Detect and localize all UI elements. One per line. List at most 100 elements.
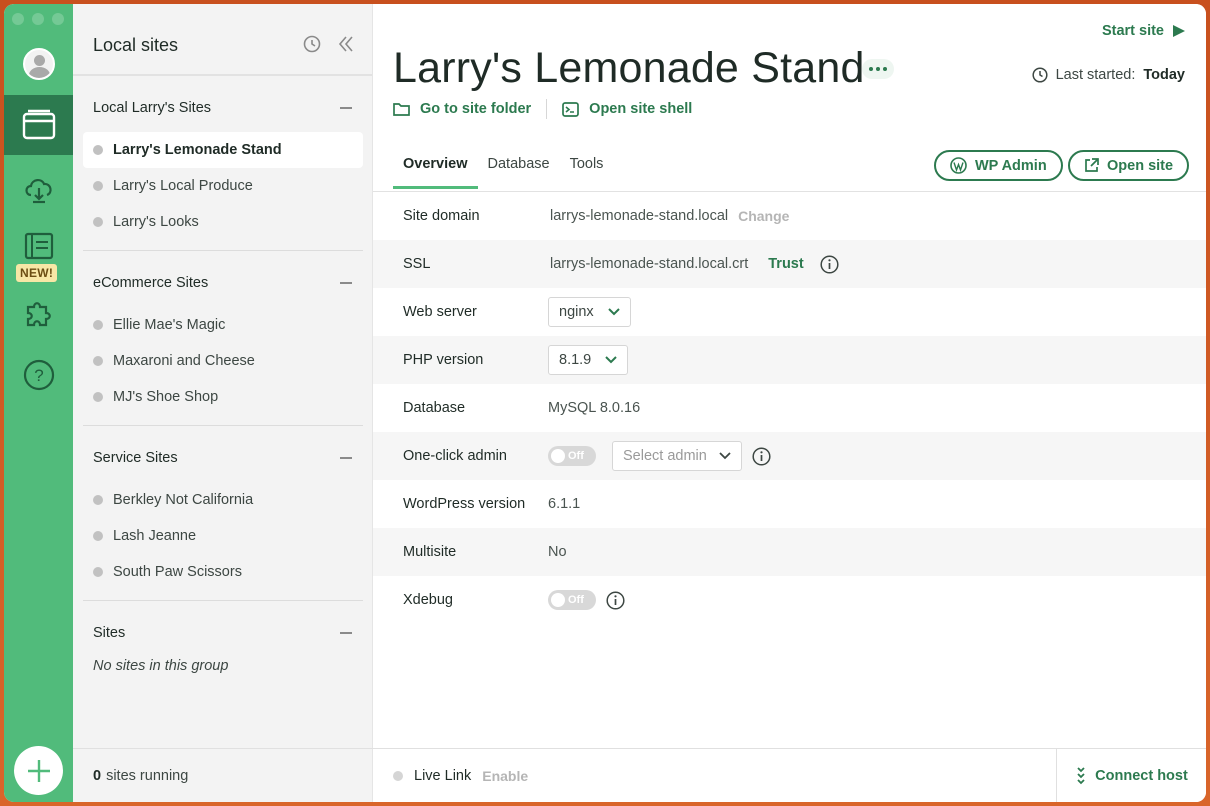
group-title[interactable]: Sites [93,625,125,641]
open-site-label: Open site [1107,157,1174,174]
site-item[interactable]: Larry's Looks [83,204,363,240]
connect-host-label: Connect host [1095,767,1188,784]
more-options-button[interactable] [862,59,894,79]
one-click-admin-toggle[interactable]: Off [548,446,596,466]
site-status-dot [93,145,103,155]
sidebar-header: Local sites [73,4,372,76]
admin-select[interactable]: Select admin [612,441,742,471]
group-title[interactable]: Local Larry's Sites [93,100,211,116]
site-name: Berkley Not California [113,492,254,508]
info-icon[interactable] [820,254,839,274]
zoom-window-button[interactable] [52,13,64,25]
play-icon [1173,25,1185,37]
ssl-cert-value: larrys-lemonade-stand.local.crt [550,256,749,272]
live-link: Live Link Enable [393,768,528,784]
row-label: WordPress version [403,496,526,512]
blueprint-icon[interactable] [4,222,73,268]
new-badge: NEW! [16,264,58,282]
sites-sidebar: Local sites Local Larry's Sites Larry's … [73,4,373,802]
group-title[interactable]: Service Sites [93,450,178,466]
open-site-shell-link[interactable]: Open site shell [562,101,692,117]
admin-select-placeholder: Select admin [623,448,707,464]
connect-host-button[interactable]: Connect host [1056,749,1206,802]
clock-icon [1032,67,1048,83]
main-footer: Live Link Enable Connect host [373,748,1206,802]
tab-database[interactable]: Database [478,154,560,189]
row-web-server: Web server nginx [373,288,1206,336]
collapse-group-icon[interactable] [340,457,352,459]
group-divider [83,600,363,601]
site-name: MJ's Shoe Shop [113,389,219,405]
sidebar-title: Local sites [93,35,179,55]
sites-icon[interactable] [4,95,73,155]
collapse-group-icon[interactable] [340,632,352,634]
tab-tools[interactable]: Tools [560,154,614,189]
history-icon[interactable] [303,35,321,58]
info-icon[interactable] [752,446,771,466]
web-server-select[interactable]: nginx [548,297,631,327]
add-icon [27,759,50,782]
row-ssl: SSL larrys-lemonade-stand.local.crt Trust [373,240,1206,288]
site-name: Larry's Lemonade Stand [113,142,282,158]
minimize-window-button[interactable] [32,13,44,25]
info-icon[interactable] [606,590,625,610]
wordpress-icon [950,157,967,174]
collapse-group-icon[interactable] [340,282,352,284]
xdebug-toggle[interactable]: Off [548,590,596,610]
row-label: One-click admin [403,448,507,464]
row-php-version: PHP version 8.1.9 [373,336,1206,384]
window-controls [12,13,64,25]
connect-host-icon [1077,766,1085,784]
php-version-select[interactable]: 8.1.9 [548,345,629,375]
addons-puzzle-icon[interactable] [4,284,73,344]
close-window-button[interactable] [12,13,24,25]
sites-running-status: 0 sites running [73,748,373,802]
site-name: Ellie Mae's Magic [113,317,226,333]
site-item[interactable]: Larry's Lemonade Stand [83,132,363,168]
site-item[interactable]: Lash Jeanne [83,518,363,554]
site-name: Larry's Local Produce [113,178,253,194]
tab-overview[interactable]: Overview [393,154,478,189]
site-name: Larry's Looks [113,214,199,230]
site-info-table: Site domain larrys-lemonade-stand.local C… [373,192,1206,624]
open-shell-label: Open site shell [589,101,693,117]
folder-icon [393,103,410,116]
site-item[interactable]: South Paw Scissors [83,554,363,590]
help-icon[interactable]: ? [4,345,73,405]
group-title[interactable]: eCommerce Sites [93,275,208,291]
start-site-button[interactable]: Start site [1102,23,1186,39]
row-label: Site domain [403,208,480,224]
wp-admin-button[interactable]: WP Admin [934,150,1063,181]
row-label: PHP version [403,352,484,368]
avatar-icon[interactable] [23,48,55,80]
live-link-label: Live Link [414,767,472,784]
open-site-button[interactable]: Open site [1068,150,1190,181]
collapse-group-icon[interactable] [340,107,352,109]
site-overview-panel: Larry's Lemonade Stand Start site Last s… [373,4,1206,802]
site-item[interactable]: Maxaroni and Cheese [83,343,363,379]
cloud-icon[interactable] [4,158,73,218]
row-label: Web server [403,304,477,320]
site-status-dot [93,320,103,330]
site-domain-value: larrys-lemonade-stand.local [550,208,729,224]
collapse-sidebar-icon[interactable] [338,35,354,58]
site-item[interactable]: Larry's Local Produce [83,168,363,204]
go-to-folder-label: Go to site folder [420,101,532,117]
start-site-label: Start site [1101,23,1164,39]
change-domain-button[interactable]: Change [738,208,789,224]
chevron-down-icon [719,452,731,460]
site-item[interactable]: MJ's Shoe Shop [83,379,363,415]
site-item[interactable]: Berkley Not California [83,482,363,518]
php-version-value: 8.1.9 [559,352,592,368]
web-server-value: nginx [559,304,594,320]
trust-ssl-button[interactable]: Trust [768,256,803,272]
row-label: Multisite [403,544,457,560]
site-name: Maxaroni and Cheese [113,353,255,369]
icon-rail: NEW! ? [4,4,73,802]
site-name: South Paw Scissors [113,564,242,580]
go-to-site-folder-link[interactable]: Go to site folder [393,101,531,117]
enable-live-link-button[interactable]: Enable [482,768,528,784]
last-started: Last started: Today [1032,67,1185,83]
add-site-button[interactable] [14,746,63,795]
site-item[interactable]: Ellie Mae's Magic [83,307,363,343]
